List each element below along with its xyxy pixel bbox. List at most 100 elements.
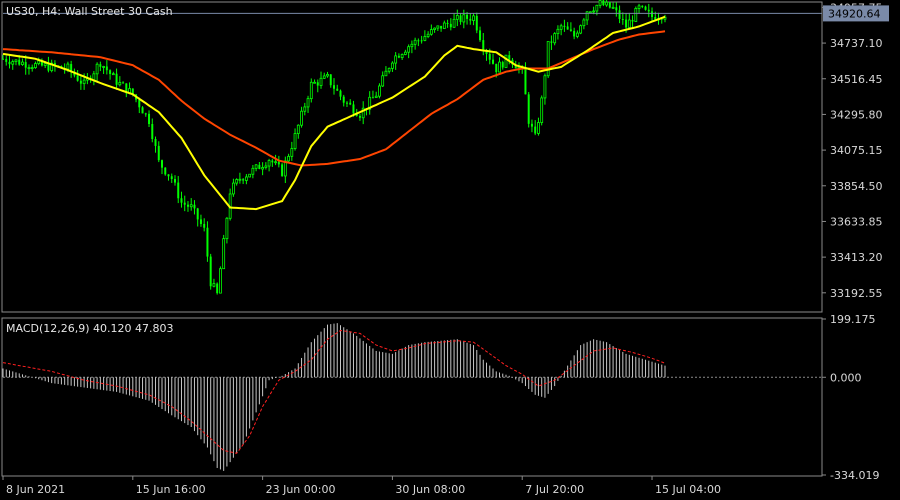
candle-body-bear — [141, 107, 144, 114]
candle-body-bull — [400, 54, 404, 58]
candle-body-bull — [212, 283, 216, 287]
candle-body-bear — [193, 204, 196, 209]
candle-body-bull — [225, 217, 229, 240]
candle-body-bear — [618, 10, 621, 19]
candle-body-bull — [537, 122, 540, 134]
candle-body-bear — [144, 113, 147, 115]
candle-body-bear — [76, 75, 79, 81]
candle-body-bull — [232, 182, 235, 195]
candle-body-bull — [43, 63, 47, 66]
price-tick-label: 33192.55 — [830, 287, 883, 300]
candle-body-bull — [413, 39, 417, 45]
candle-body-bear — [170, 176, 173, 180]
candle-body-bull — [95, 63, 99, 75]
candle-body-bear — [281, 164, 284, 176]
candle — [504, 54, 508, 68]
candle-body-bull — [472, 15, 475, 21]
candle-body-bear — [566, 26, 569, 30]
candle-body-bear — [161, 160, 164, 168]
candle-body-bull — [436, 25, 440, 29]
candle-body-bear — [316, 82, 319, 86]
macd-tick-label: 199.175 — [830, 313, 876, 326]
candle-body-bear — [563, 25, 566, 27]
candle-body-bear — [138, 99, 141, 108]
candle-body-bear — [109, 70, 112, 74]
candle — [546, 41, 550, 79]
candle — [209, 253, 212, 290]
candle-body-bear — [495, 63, 498, 73]
candle-body-bear — [534, 126, 537, 134]
candle-body-bear — [271, 160, 274, 163]
candle-body-bear — [569, 29, 572, 31]
candle-body-bull — [290, 148, 294, 157]
candle-body-bear — [115, 73, 118, 85]
candle-body-bull — [498, 61, 501, 73]
candle-body-bull — [455, 15, 459, 20]
candle-body-bull — [274, 161, 277, 164]
candle-body-bear — [397, 55, 400, 58]
candle-body-bear — [475, 15, 478, 31]
candle-body-bear — [148, 113, 151, 125]
macd-tick-label: 0.000 — [830, 371, 862, 384]
candle-body-bull — [319, 77, 323, 86]
price-tick-label: 34737.10 — [830, 37, 883, 50]
candle — [579, 24, 583, 35]
candle-body-bear — [641, 5, 644, 7]
candle-body-bear — [527, 94, 530, 124]
candle-body-bear — [342, 96, 345, 103]
candle-body-bull — [66, 63, 70, 70]
candle-body-bull — [102, 66, 105, 68]
candle-body-bull — [267, 160, 271, 167]
candle-body-bear — [5, 58, 8, 62]
candle-body-bull — [637, 5, 641, 9]
candle-body-bear — [530, 123, 533, 127]
candle-body-bear — [349, 102, 352, 105]
candle-body-bear — [333, 85, 335, 89]
candle-body-bull — [254, 164, 258, 169]
candle-body-bull — [37, 60, 41, 64]
candle-body-bull — [322, 75, 326, 79]
price-tick-label: 33413.20 — [830, 251, 883, 264]
candle-body-bull — [374, 95, 378, 98]
candle-body-bull — [634, 8, 638, 22]
candle-body-bear — [440, 25, 443, 29]
candle-body-bull — [426, 33, 430, 37]
candle-body-bear — [651, 11, 654, 18]
candle-body-bear — [358, 115, 361, 118]
macd-panel-frame[interactable] — [1, 317, 823, 477]
candle-body-bull — [30, 67, 34, 70]
candle-body-bear — [177, 182, 180, 199]
candle-body-bear — [345, 102, 348, 104]
candle-body-bear — [99, 64, 102, 67]
candle-body-bear — [8, 61, 11, 65]
time-tick-label: 23 Jun 00:00 — [266, 483, 336, 496]
candle-body-bear — [469, 18, 472, 21]
candle-body-bear — [449, 23, 452, 28]
current-price-label: 34920.64 — [828, 7, 881, 20]
time-tick-label: 15 Jun 16:00 — [136, 483, 206, 496]
candle-body-bear — [154, 138, 157, 146]
candle-body-bear — [631, 20, 634, 22]
candle-body-bull — [238, 178, 242, 181]
time-tick-label: 30 Jun 08:00 — [395, 483, 465, 496]
candle-body-bear — [186, 204, 189, 207]
candle — [219, 266, 222, 294]
candle-body-bull — [403, 51, 407, 55]
candle — [634, 6, 638, 22]
candle-body-bear — [479, 30, 482, 41]
candle-body-bull — [306, 98, 310, 108]
candle-body-bear — [446, 22, 449, 24]
candle-body-bull — [313, 81, 316, 84]
candle-body-bear — [206, 227, 209, 257]
candle-body-bull — [378, 85, 381, 97]
candle-body-bull — [540, 97, 544, 123]
candle-body-bull — [627, 19, 631, 28]
candle-body-bear — [79, 80, 82, 84]
candle-body-bear — [492, 59, 495, 64]
candle-body-bear — [466, 14, 469, 19]
candle-body-bull — [387, 67, 391, 72]
candle-body-bear — [625, 19, 628, 28]
candle-body-bear — [242, 179, 245, 181]
candle-body-bull — [579, 25, 583, 34]
candle-body-bull — [559, 25, 563, 30]
